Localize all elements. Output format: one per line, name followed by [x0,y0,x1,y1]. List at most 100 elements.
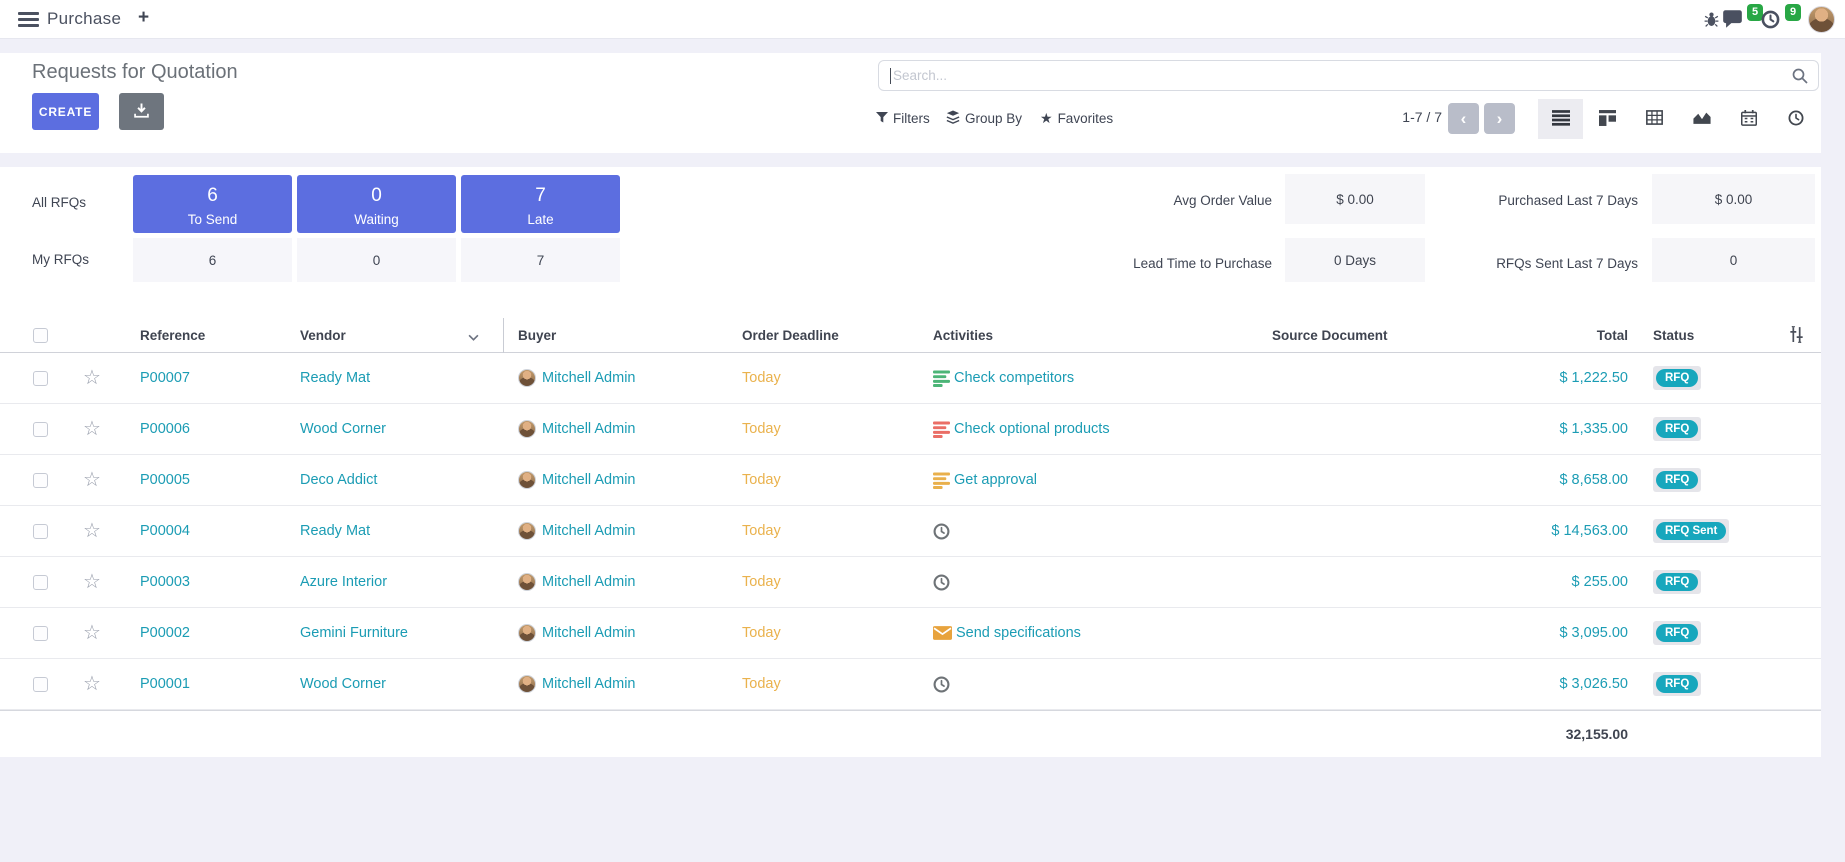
row-checkbox[interactable] [33,626,48,641]
envelope-activity-icon[interactable] [933,626,952,640]
reference-link[interactable]: P00005 [140,472,190,488]
buyer-avatar [518,471,536,489]
bug-icon[interactable] [1703,11,1720,33]
row-checkbox[interactable] [33,677,48,692]
graph-view-button[interactable] [1679,99,1724,139]
table-row[interactable]: ☆ P00007 Ready Mat Mitchell Admin Today … [0,353,1821,404]
pivot-view-button[interactable] [1632,99,1677,139]
total-amount: $ 1,222.50 [1559,370,1628,386]
reference-link[interactable]: P00007 [140,370,190,386]
column-header-total[interactable]: Total [1450,318,1628,353]
buyer-link[interactable]: Mitchell Admin [542,676,635,692]
pager-next-button[interactable]: › [1484,103,1515,134]
buyer-avatar [518,420,536,438]
filters-button[interactable]: Filters [876,106,930,130]
reference-link[interactable]: P00004 [140,523,190,539]
row-checkbox[interactable] [33,422,48,437]
list-activity-icon[interactable] [933,421,950,438]
buyer-link[interactable]: Mitchell Admin [542,625,635,641]
favorite-star-icon[interactable]: ☆ [83,674,101,694]
vendor-link[interactable]: Wood Corner [300,421,386,437]
favorite-star-icon[interactable]: ☆ [83,521,101,541]
column-header-source[interactable]: Source Document [1272,318,1388,353]
column-header-reference[interactable]: Reference [140,318,205,353]
table-row[interactable]: ☆ P00003 Azure Interior Mitchell Admin T… [0,557,1821,608]
list-view-button[interactable] [1538,99,1583,139]
favorite-star-icon[interactable]: ☆ [83,572,101,592]
clock-activity-icon[interactable] [933,574,950,591]
favorite-star-icon[interactable]: ☆ [83,623,101,643]
group-by-button[interactable]: Group By [946,106,1022,130]
kanban-view-button[interactable] [1585,99,1630,139]
search-input[interactable] [879,61,1818,90]
table-row[interactable]: ☆ P00005 Deco Addict Mitchell Admin Toda… [0,455,1821,506]
select-all-checkbox[interactable] [33,328,48,343]
list-activity-icon[interactable] [933,472,950,489]
pager-previous-button[interactable]: ‹ [1448,103,1479,134]
row-checkbox[interactable] [33,371,48,386]
activity-view-button[interactable] [1773,99,1818,139]
table-row[interactable]: ☆ P00006 Wood Corner Mitchell Admin Toda… [0,404,1821,455]
vendor-link[interactable]: Gemini Furniture [300,625,408,641]
my-rfqs-to-send[interactable]: 6 [133,238,292,282]
my-rfqs-late[interactable]: 7 [461,238,620,282]
column-header-buyer[interactable]: Buyer [518,318,556,353]
row-checkbox[interactable] [33,575,48,590]
reference-link[interactable]: P00001 [140,676,190,692]
buyer-link[interactable]: Mitchell Admin [542,574,635,590]
my-rfqs-waiting[interactable]: 0 [297,238,456,282]
activities-badge[interactable]: 9 [1785,4,1801,21]
create-button[interactable]: CREATE [32,93,99,130]
activity-label[interactable]: Check optional products [954,421,1110,437]
user-avatar[interactable] [1808,6,1835,33]
vendor-link[interactable]: Azure Interior [300,574,387,590]
vendor-link[interactable]: Wood Corner [300,676,386,692]
table-row[interactable]: ☆ P00001 Wood Corner Mitchell Admin Toda… [0,659,1821,710]
new-tab-button[interactable]: + [138,7,149,29]
column-header-activities[interactable]: Activities [933,318,993,353]
activity-label[interactable]: Check competitors [954,370,1074,386]
column-header-vendor[interactable]: Vendor [300,318,346,353]
favorite-star-icon[interactable]: ☆ [83,419,101,439]
vendor-link[interactable]: Ready Mat [300,370,370,386]
app-name[interactable]: Purchase [47,9,121,29]
all-rfqs-late-button[interactable]: 7 Late [461,175,620,233]
reference-link[interactable]: P00002 [140,625,190,641]
calendar-view-button[interactable] [1726,99,1771,139]
buyer-link[interactable]: Mitchell Admin [542,370,635,386]
activity-clock-icon[interactable] [1761,10,1780,34]
buyer-avatar [518,522,536,540]
table-row[interactable]: ☆ P00004 Ready Mat Mitchell Admin Today … [0,506,1821,557]
list-activity-icon[interactable] [933,370,950,387]
favorites-button[interactable]: ★ Favorites [1040,106,1113,130]
vendor-link[interactable]: Deco Addict [300,472,377,488]
buyer-link[interactable]: Mitchell Admin [542,421,635,437]
top-navbar: Purchase + 5 9 [0,0,1845,39]
activity-label[interactable]: Get approval [954,472,1037,488]
row-checkbox[interactable] [33,524,48,539]
all-rfqs-waiting-button[interactable]: 0 Waiting [297,175,456,233]
buyer-link[interactable]: Mitchell Admin [542,472,635,488]
chevron-down-icon[interactable] [468,328,479,346]
buyer-link[interactable]: Mitchell Admin [542,523,635,539]
adjust-columns-icon[interactable] [1788,326,1805,346]
column-header-deadline[interactable]: Order Deadline [742,318,839,353]
favorite-star-icon[interactable]: ☆ [83,368,101,388]
reference-link[interactable]: P00006 [140,421,190,437]
clock-activity-icon[interactable] [933,523,950,540]
all-rfqs-to-send-button[interactable]: 6 To Send [133,175,292,233]
vendor-link[interactable]: Ready Mat [300,523,370,539]
messages-icon[interactable] [1722,9,1743,34]
purchased-last-7-days-label: Purchased Last 7 Days [1398,193,1638,208]
clock-activity-icon[interactable] [933,676,950,693]
buyer-avatar [518,369,536,387]
activity-label[interactable]: Send specifications [956,625,1081,641]
column-header-status[interactable]: Status [1653,318,1694,353]
favorite-star-icon[interactable]: ☆ [83,470,101,490]
menu-icon[interactable] [18,12,39,27]
search-icon[interactable] [1792,68,1808,89]
export-button[interactable] [119,93,164,130]
table-row[interactable]: ☆ P00002 Gemini Furniture Mitchell Admin… [0,608,1821,659]
reference-link[interactable]: P00003 [140,574,190,590]
row-checkbox[interactable] [33,473,48,488]
